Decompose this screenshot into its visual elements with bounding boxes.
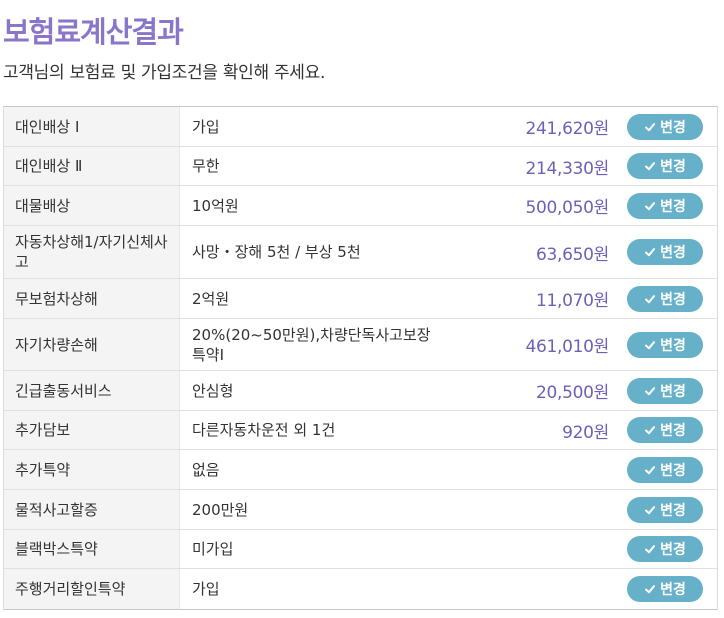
coverage-label: 추가특약 <box>4 450 180 489</box>
check-icon <box>644 543 656 555</box>
table-row: 주행거리할인특약 가입 변경 <box>4 569 717 609</box>
coverage-label: 추가담보 <box>4 411 180 449</box>
check-icon <box>644 504 656 516</box>
change-button[interactable]: 변경 <box>627 456 703 483</box>
coverage-label: 대인배상 Ⅰ <box>4 107 180 146</box>
check-icon <box>644 583 656 595</box>
premium-amount: 241,620원 <box>525 119 609 139</box>
premium-amount: 63,650원 <box>535 244 609 265</box>
coverage-value: 가입 <box>192 580 220 598</box>
table-row: 추가특약 없음 변경 <box>4 450 717 490</box>
change-button-label: 변경 <box>660 337 686 354</box>
premium-amount: 461,010원 <box>525 337 609 357</box>
change-button-label: 변경 <box>660 198 686 215</box>
check-icon <box>644 121 656 133</box>
change-button-label: 변경 <box>660 245 686 261</box>
change-button-label: 변경 <box>660 423 686 439</box>
coverage-value: 무한 <box>192 157 220 175</box>
check-icon <box>644 385 656 397</box>
premium-amount: 20,500원 <box>535 383 609 403</box>
change-button-label: 변경 <box>660 291 686 308</box>
check-icon <box>644 464 656 476</box>
coverage-label: 자동차상해1/자기신체사고 <box>4 226 180 278</box>
change-button-label: 변경 <box>660 159 686 175</box>
change-button[interactable]: 변경 <box>627 153 703 179</box>
page-subtitle: 고객님의 보험료 및 가입조건을 확인해 주세요. <box>3 63 326 83</box>
check-icon <box>644 160 656 172</box>
change-button[interactable]: 변경 <box>627 239 703 265</box>
table-row: 블랙박스특약 미가입 변경 <box>4 530 717 569</box>
change-button[interactable]: 변경 <box>627 192 703 219</box>
coverage-label: 자기차량손해 <box>4 319 180 370</box>
coverage-label: 블랙박스특약 <box>4 530 180 568</box>
change-button[interactable]: 변경 <box>627 285 703 312</box>
coverage-label: 주행거리할인특약 <box>4 569 180 609</box>
premium-amount: 500,050원 <box>525 198 609 218</box>
change-button[interactable]: 변경 <box>627 377 703 404</box>
coverage-value: 10억원 <box>192 196 239 215</box>
change-button[interactable]: 변경 <box>627 536 703 562</box>
coverage-value: 없음 <box>192 460 220 479</box>
table-row: 물적사고할증 200만원 변경 <box>4 490 717 530</box>
coverage-value: 200만원 <box>192 500 249 519</box>
check-icon <box>644 246 656 258</box>
table-row: 긴급출동서비스 안심형 20,500원 변경 <box>4 371 717 411</box>
change-button[interactable]: 변경 <box>627 496 703 523</box>
check-icon <box>644 200 656 212</box>
table-row: 대인배상 Ⅱ 무한 214,330원 변경 <box>4 147 717 186</box>
table-row: 자기차량손해 20%(20~50만원),차량단독사고보장특약I 461,010원… <box>4 319 717 371</box>
change-button-label: 변경 <box>660 502 686 519</box>
coverage-label: 대인배상 Ⅱ <box>4 147 180 185</box>
premium-result-table: 대인배상 Ⅰ 가입 241,620원 변경 대인배상 Ⅱ 무한 214,330원… <box>3 106 718 610</box>
check-icon <box>644 293 656 305</box>
coverage-value: 가입 <box>192 117 220 136</box>
check-icon <box>644 424 656 436</box>
coverage-value: 20%(20~50만원),차량단독사고보장특약I <box>192 325 431 364</box>
premium-amount: 214,330원 <box>525 158 609 179</box>
change-button[interactable]: 변경 <box>627 576 703 602</box>
table-row: 추가담보 다른자동차운전 외 1건 920원 변경 <box>4 411 717 450</box>
change-button-label: 변경 <box>660 119 686 136</box>
coverage-value: 안심형 <box>192 381 234 400</box>
coverage-label: 긴급출동서비스 <box>4 371 180 410</box>
change-button[interactable]: 변경 <box>627 331 703 358</box>
change-button-label: 변경 <box>660 383 686 400</box>
table-row: 대인배상 Ⅰ 가입 241,620원 변경 <box>4 107 717 147</box>
coverage-value: 사망・장해 5천 / 부상 5천 <box>192 243 361 261</box>
premium-amount: 11,070원 <box>535 291 609 311</box>
coverage-value: 2억원 <box>192 289 230 308</box>
change-button-label: 변경 <box>660 582 686 598</box>
change-button-label: 변경 <box>660 542 686 558</box>
coverage-label: 대물배상 <box>4 186 180 225</box>
check-icon <box>644 339 656 351</box>
premium-amount: 920원 <box>562 422 609 443</box>
coverage-value: 미가입 <box>192 540 234 558</box>
table-row: 자동차상해1/자기신체사고 사망・장해 5천 / 부상 5천 63,650원 변… <box>4 226 717 279</box>
coverage-label: 무보험차상해 <box>4 279 180 318</box>
table-row: 대물배상 10억원 500,050원 변경 <box>4 186 717 226</box>
change-button-label: 변경 <box>660 462 686 479</box>
coverage-label: 물적사고할증 <box>4 490 180 529</box>
change-button[interactable]: 변경 <box>627 113 703 140</box>
coverage-value: 다른자동차운전 외 1건 <box>192 421 336 439</box>
change-button[interactable]: 변경 <box>627 417 703 443</box>
table-row: 무보험차상해 2억원 11,070원 변경 <box>4 279 717 319</box>
page-title: 보험료계산결과 <box>3 15 184 49</box>
